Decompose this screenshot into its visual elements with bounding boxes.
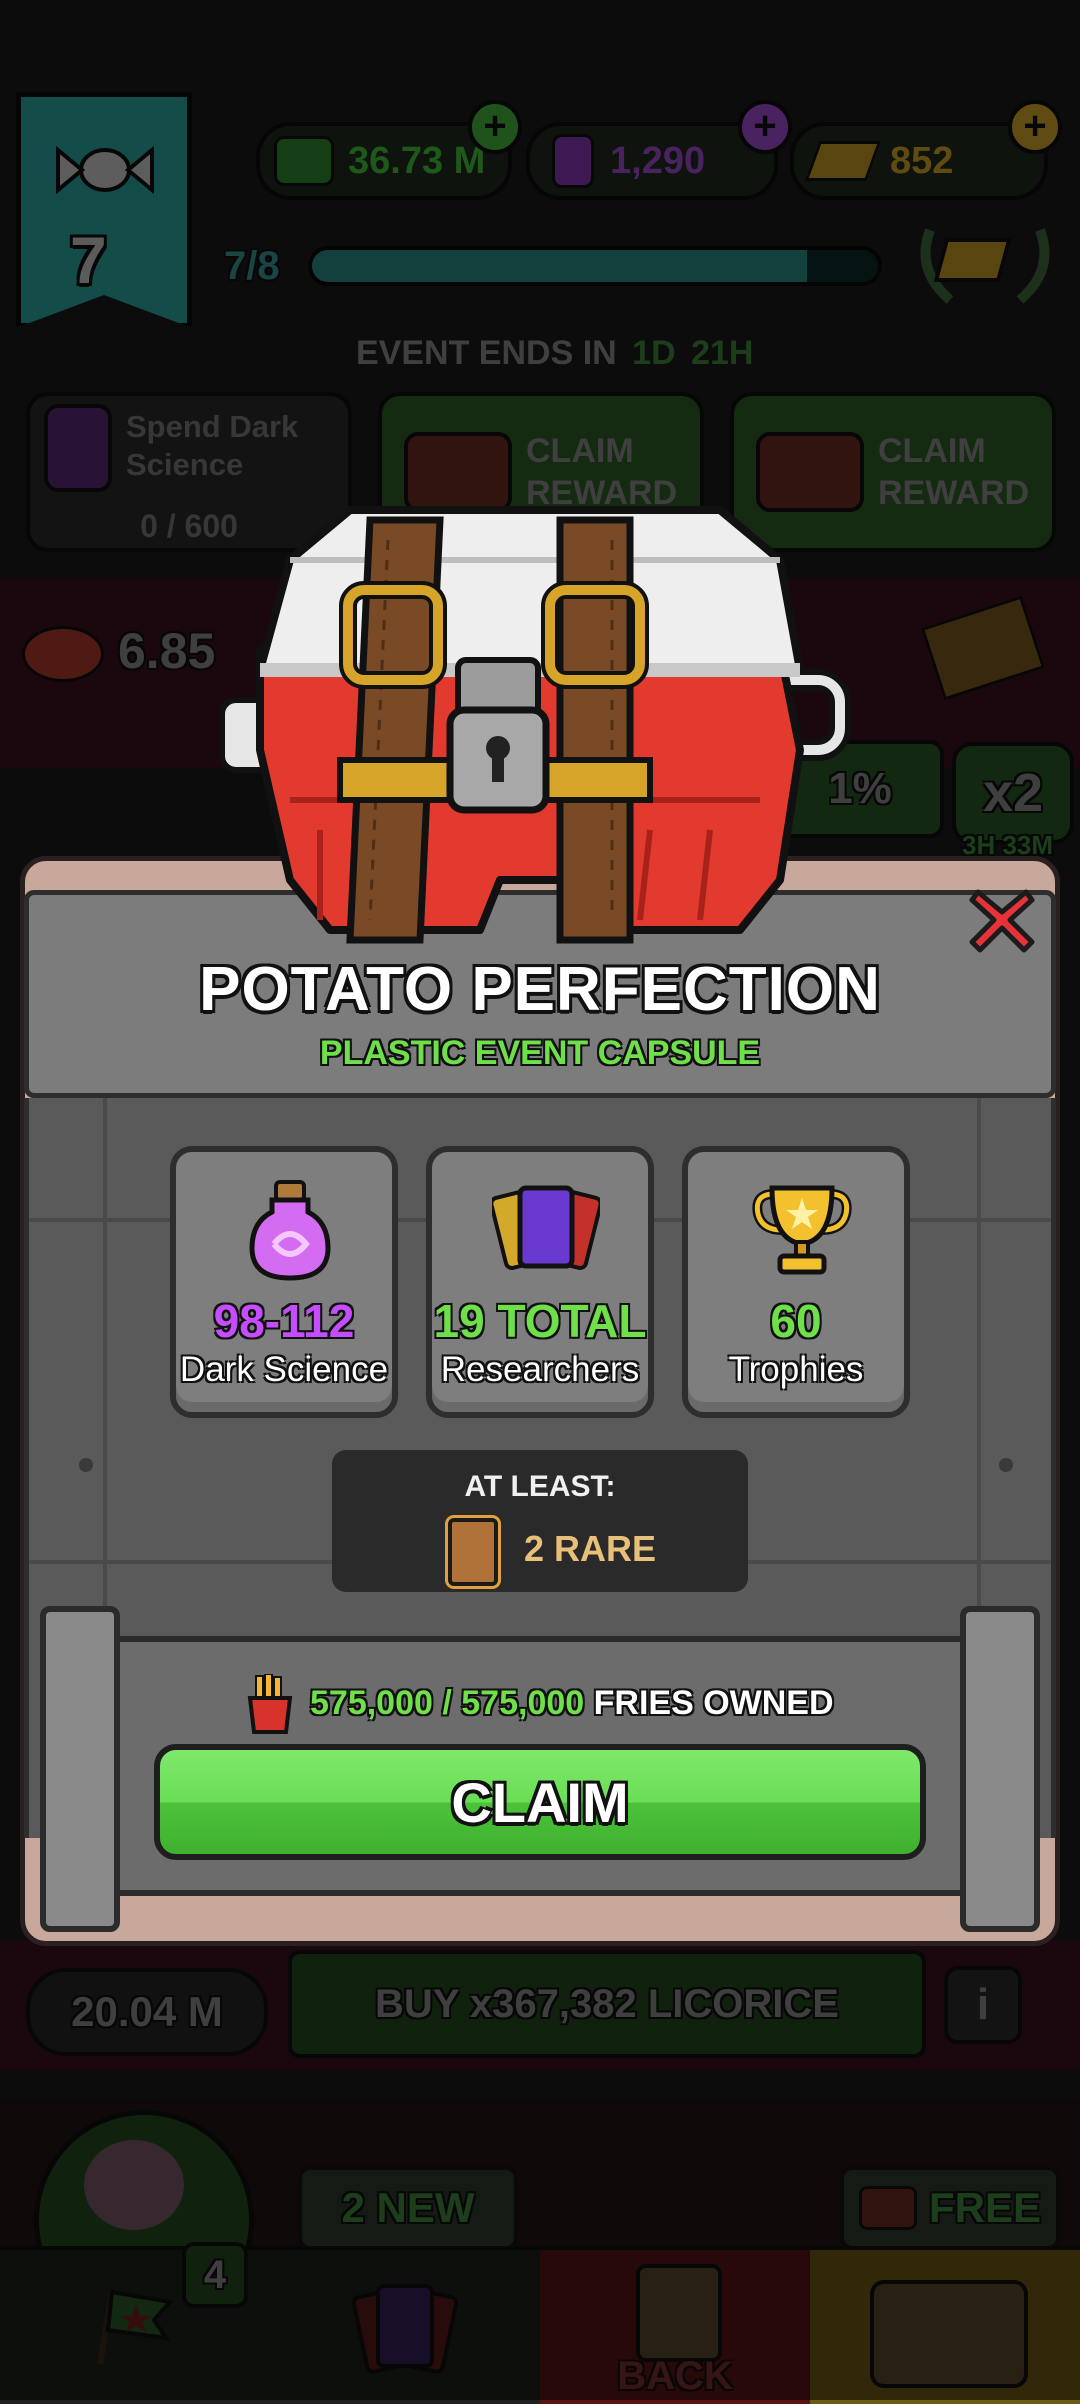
dark-science-jar-icon <box>248 1178 332 1282</box>
progress-bar <box>308 246 882 286</box>
info-button[interactable]: i <box>944 1966 1022 2044</box>
gold-laurel-icon[interactable] <box>910 210 1060 310</box>
jar-icon <box>552 134 594 188</box>
claim-button[interactable]: CLAIM <box>154 1744 926 1860</box>
cotton-candy-icon <box>84 2140 184 2230</box>
rivet <box>79 1458 93 1472</box>
reward-value: 98-112 <box>213 1295 355 1347</box>
add-dark-science-button[interactable]: + <box>738 100 792 154</box>
reward-card-researchers: 19 TOTAL Researchers <box>426 1146 654 1418</box>
treasure-chest-icon <box>870 2280 1028 2388</box>
capsule-mini-icon <box>858 2186 917 2230</box>
reward-card-trophies: 60 Trophies <box>682 1146 910 1418</box>
reward-card-dark-science: 98-112 Dark Science <box>170 1146 398 1418</box>
close-button[interactable] <box>966 884 1038 956</box>
back-label: BACK <box>617 2354 733 2398</box>
free-capsule-badge: FREE <box>840 2166 1060 2250</box>
researcher-cards-icon <box>489 1182 603 1274</box>
reward-value: 19 TOTAL <box>433 1295 647 1347</box>
fist-icon <box>636 2264 722 2362</box>
flag-icon <box>90 2286 176 2366</box>
reward-label: Trophies <box>728 1350 864 1389</box>
dark-science-jar-small-icon <box>44 404 112 492</box>
rivet <box>999 1458 1013 1472</box>
progress-fill <box>312 250 808 282</box>
cards-count-badge: 4 <box>182 2242 248 2308</box>
event-ends-label: EVENT ENDS IN 1D 21H <box>356 334 754 372</box>
fries-owned-text: 575,000 / 575,000 FRIES OWNED <box>310 1684 834 1723</box>
cards-icon <box>351 2278 459 2378</box>
nav-tab-capsules[interactable] <box>810 2246 1080 2404</box>
rare-card-icon <box>448 1518 498 1586</box>
nav-tab-cards[interactable] <box>270 2246 540 2404</box>
modal-subtitle: PLASTIC EVENT CAPSULE <box>319 1034 761 1072</box>
fries-separator: / <box>442 1684 452 1722</box>
candy-amount: 6.85 <box>118 623 216 679</box>
reward-label: Dark Science <box>179 1350 389 1389</box>
buy-button[interactable]: BUY x367,382 LICORICE <box>288 1950 926 2058</box>
candy-icon <box>50 140 160 200</box>
fries-need: 575,000 <box>461 1684 585 1722</box>
modal-title: POTATO PERFECTION <box>199 955 881 1024</box>
add-gold-button[interactable]: + <box>1008 100 1062 154</box>
at-least-label: AT LEAST: <box>464 1470 616 1503</box>
candy-small-icon <box>22 626 104 682</box>
at-least-box: AT LEAST: 2 RARE <box>332 1450 748 1592</box>
close-icon <box>969 889 1035 953</box>
fries-icon <box>246 1673 294 1734</box>
rare-label: 2 RARE <box>524 1528 657 1569</box>
footer-post-left <box>40 1606 120 1932</box>
nav-tab-flags[interactable]: 4 <box>0 2242 270 2404</box>
new-cards-badge: 2 NEW <box>298 2166 518 2250</box>
claim-label: CLAIM <box>451 1770 629 1834</box>
trophy-icon <box>752 1182 852 1278</box>
task-title: Spend Dark Science <box>126 409 299 482</box>
claim-reward-label-2: CLAIM REWARD <box>878 432 1030 512</box>
fries-suffix: FRIES OWNED <box>593 1684 834 1722</box>
footer-post-right <box>960 1606 1040 1932</box>
progress-text: 7/8 <box>224 244 280 288</box>
add-hats-button[interactable]: + <box>468 100 522 154</box>
multiplier-badge[interactable]: x2 <box>952 742 1074 844</box>
balance-pill: 20.04 M <box>26 1968 268 2056</box>
reward-value: 60 <box>770 1295 822 1347</box>
level-number: 7 <box>70 223 107 297</box>
reward-label: Researchers <box>440 1350 640 1389</box>
fries-have: 575,000 <box>310 1684 433 1722</box>
gold-bar-icon <box>804 141 882 181</box>
plastic-capsule-icon <box>219 500 860 950</box>
nav-tab-back[interactable]: BACK <box>540 2246 810 2404</box>
green-hat-icon <box>274 136 334 186</box>
